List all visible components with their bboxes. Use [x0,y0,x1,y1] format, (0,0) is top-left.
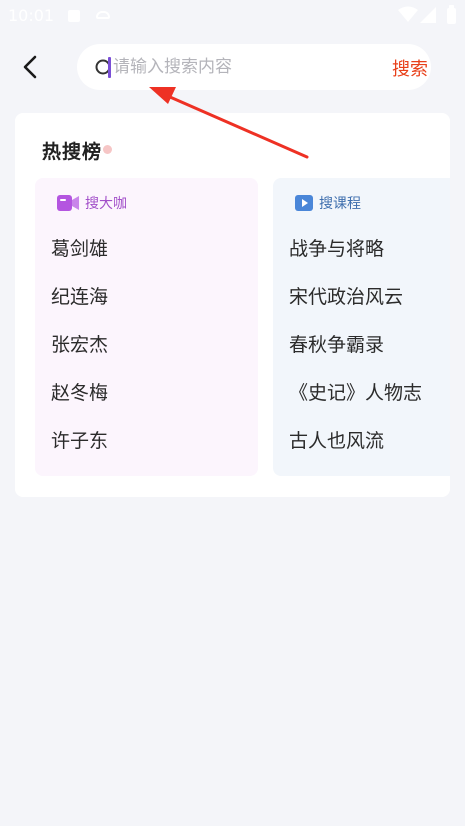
panel-courses-title: 搜课程 [319,196,361,212]
battery-icon [447,5,456,24]
text-cursor [108,57,111,78]
status-time: 10:01 [8,6,55,25]
panel-experts: 搜大咖 葛剑雄 纪连海 张宏杰 赵冬梅 许子东 [35,178,258,476]
list-item[interactable]: 古人也风流 [289,426,422,474]
hot-list-title: 热搜榜 [42,141,103,163]
list-item[interactable]: 战争与将略 [289,234,422,282]
panel-courses: 搜课程 战争与将略 宋代政治风云 春秋争霸录 《史记》人物志 古人也风流 [273,178,450,476]
search-input[interactable] [113,44,353,90]
list-item[interactable]: 许子东 [51,426,108,474]
chevron-left-icon [23,55,37,79]
signal-icon [420,7,436,23]
search-box[interactable] [77,44,431,90]
back-button[interactable] [18,54,44,80]
list-item[interactable]: 赵冬梅 [51,378,108,426]
list-item[interactable]: 宋代政治风云 [289,282,422,330]
list-item[interactable]: 《史记》人物志 [289,378,422,426]
list-item[interactable]: 纪连海 [51,282,108,330]
courses-list: 战争与将略 宋代政治风云 春秋争霸录 《史记》人物志 古人也风流 [289,234,422,474]
list-item[interactable]: 张宏杰 [51,330,108,378]
search-button[interactable]: 搜索 [392,55,428,81]
list-item[interactable]: 春秋争霸录 [289,330,422,378]
hot-decoration-dot [103,145,112,154]
panel-courses-header[interactable]: 搜课程 [295,192,361,214]
experts-list: 葛剑雄 纪连海 张宏杰 赵冬梅 许子东 [51,234,108,474]
status-bar: 10:01 [0,0,465,34]
video-camera-icon [57,195,79,211]
list-item[interactable]: 葛剑雄 [51,234,108,282]
panel-experts-title: 搜大咖 [85,196,127,212]
hot-list-card: 热搜榜 搜大咖 葛剑雄 纪连海 张宏杰 赵冬梅 许子东 搜课程 战争与将略 宋代… [15,113,450,497]
notification-icon [68,10,80,22]
wifi-icon [398,6,418,22]
play-icon [295,195,313,211]
panel-experts-header[interactable]: 搜大咖 [57,192,127,214]
debug-icon [96,11,110,19]
